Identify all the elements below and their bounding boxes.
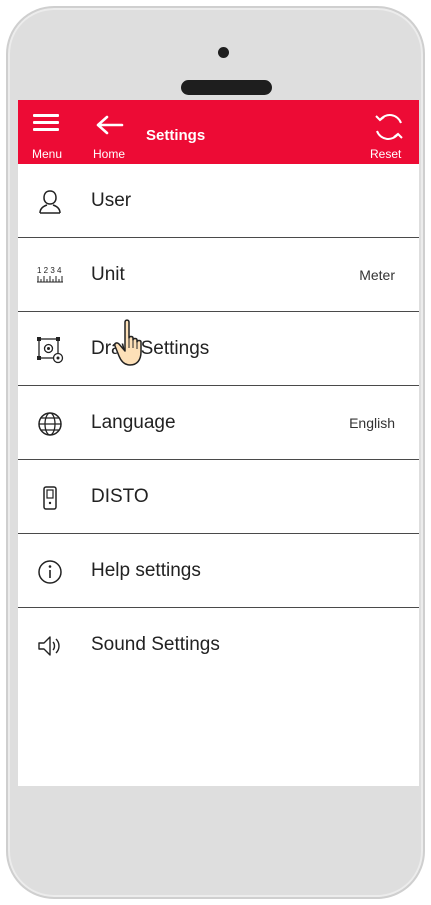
draw-settings-icon xyxy=(37,337,64,364)
settings-item-sound[interactable]: Sound Settings xyxy=(18,608,419,682)
settings-item-label: Help settings xyxy=(91,560,201,581)
unit-value: Meter xyxy=(359,267,395,283)
reset-label: Reset xyxy=(370,147,402,161)
reset-icon xyxy=(375,114,403,140)
settings-item-draw-settings[interactable]: Draw Settings xyxy=(18,312,419,386)
settings-item-unit[interactable]: 1 2 3 4 Unit Meter xyxy=(18,238,419,312)
speaker-icon xyxy=(38,636,60,656)
back-arrow-icon xyxy=(96,115,124,135)
hamburger-icon xyxy=(33,114,59,131)
settings-item-help[interactable]: Help settings xyxy=(18,534,419,608)
earpiece-speaker xyxy=(181,80,272,95)
settings-item-user[interactable]: User xyxy=(18,164,419,238)
front-camera xyxy=(218,47,229,58)
globe-icon xyxy=(38,412,62,436)
settings-item-label: Unit xyxy=(91,264,125,285)
settings-item-language[interactable]: Language English xyxy=(18,386,419,460)
home-label: Home xyxy=(93,147,126,161)
menu-label: Menu xyxy=(32,147,63,161)
settings-item-label: User xyxy=(91,190,132,211)
user-icon xyxy=(39,190,61,214)
ruler-icon: 1 2 3 4 xyxy=(37,266,63,283)
info-icon xyxy=(38,560,62,584)
reset-button[interactable]: Reset xyxy=(358,100,419,164)
language-value: English xyxy=(349,415,395,431)
top-bar: Menu Home Settings Reset xyxy=(18,100,419,164)
menu-button[interactable]: Menu xyxy=(18,100,78,164)
disto-device-icon xyxy=(43,486,57,510)
page-title: Settings xyxy=(146,127,206,144)
svg-text:1 2 3 4: 1 2 3 4 xyxy=(37,266,62,275)
settings-item-disto[interactable]: DISTO xyxy=(18,460,419,534)
hand-pointer-icon xyxy=(114,319,142,366)
home-button[interactable]: Home xyxy=(88,100,148,164)
settings-item-label: DISTO xyxy=(91,486,149,507)
settings-item-label: Language xyxy=(91,412,176,433)
app-screen: Menu Home Settings Reset User 1 2 3 4 Un… xyxy=(18,100,419,786)
settings-item-label: Sound Settings xyxy=(91,634,220,655)
